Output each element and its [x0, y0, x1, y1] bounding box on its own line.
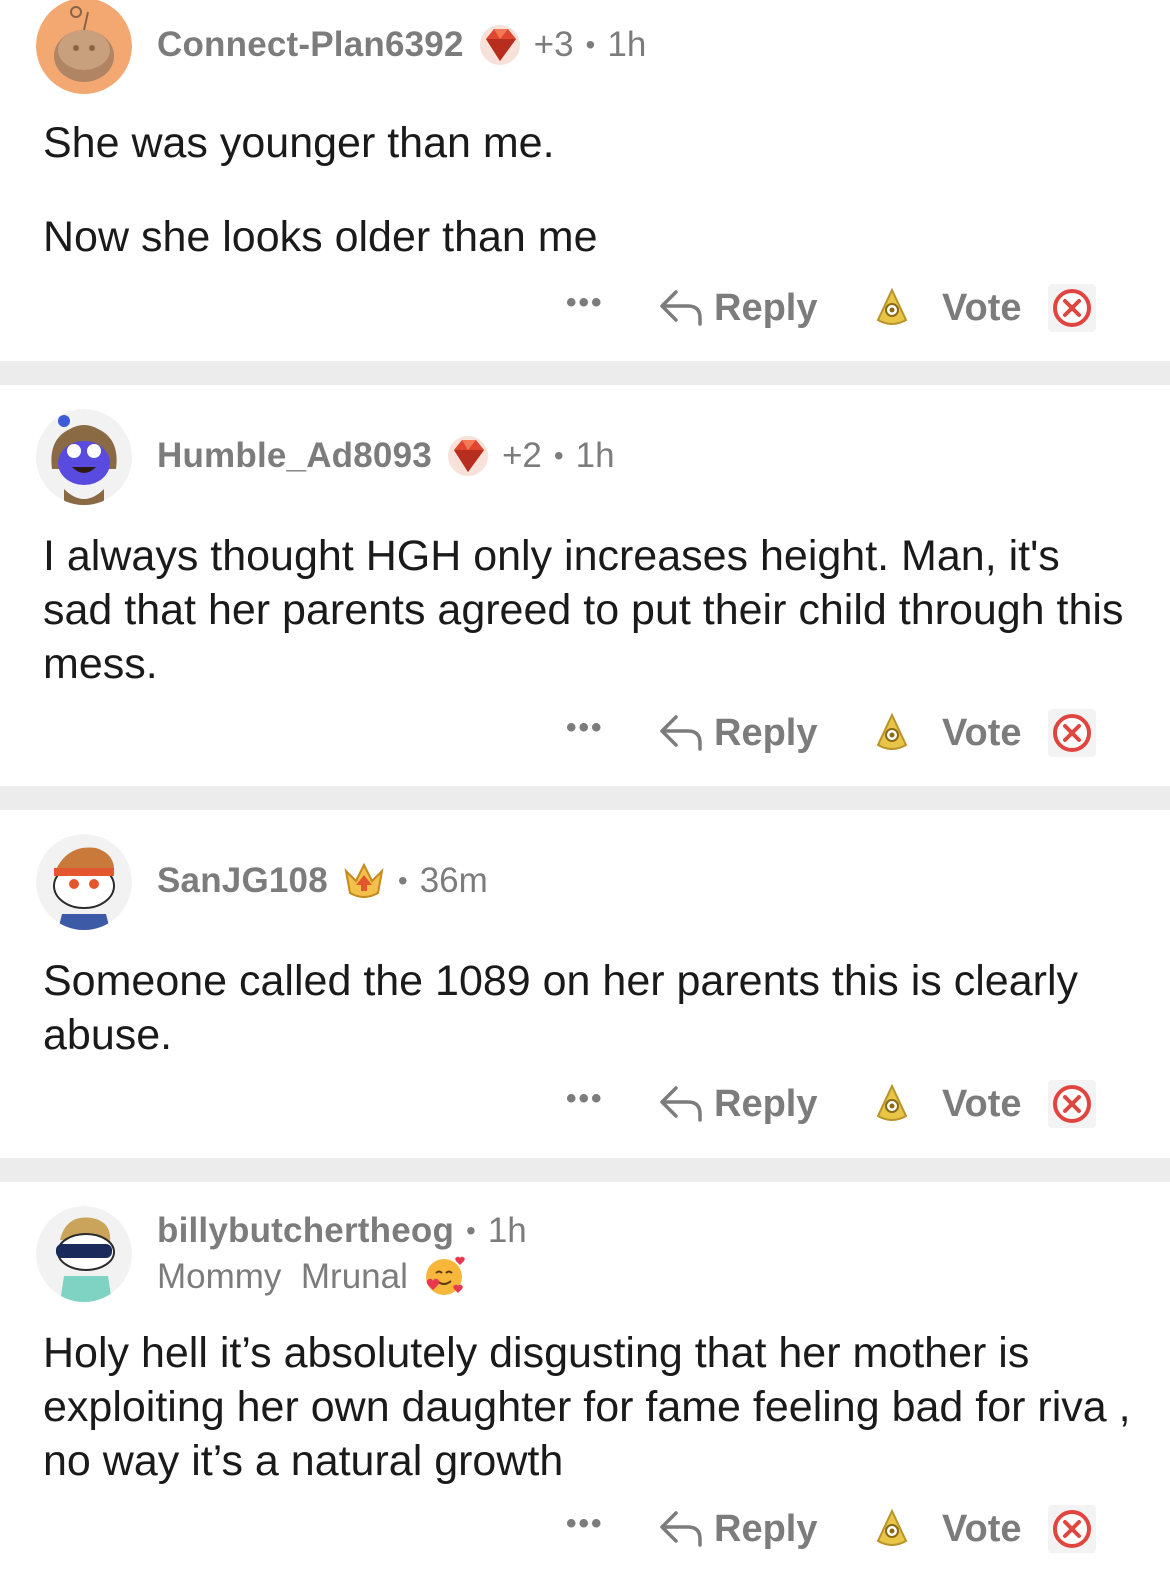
vote-button[interactable]: Vote	[942, 1078, 1022, 1130]
comment-actions: ••• Reply Vote	[560, 707, 1120, 767]
comment-paragraph: Someone called the 1089 on her parents t…	[43, 957, 1079, 1059]
comment-meta: Connect-Plan6392 +3 • 1h	[157, 22, 646, 68]
meta-separator: •	[553, 440, 564, 471]
user-avatar[interactable]	[36, 0, 132, 94]
comment-actions: ••• Reply Vote	[560, 1503, 1120, 1563]
comment-paragraph: She was younger than me.	[43, 119, 555, 167]
username-link[interactable]: SanJG108	[157, 861, 328, 901]
snoo-avatar-icon	[36, 409, 132, 505]
meta-separator: •	[585, 29, 596, 60]
points-count: +2	[501, 436, 542, 475]
username-link[interactable]: Humble_Ad8093	[157, 436, 432, 476]
reply-button[interactable]: Reply	[658, 1078, 817, 1130]
reply-arrow-icon	[660, 290, 702, 326]
comment-body: She was younger than me. Now she looks o…	[43, 116, 1133, 264]
comment-body: Holy hell it’s absolutely disgusting tha…	[43, 1326, 1133, 1488]
points-count: +3	[533, 25, 574, 64]
comment-1: Connect-Plan6392 +3 • 1h She was younger…	[0, 0, 1170, 360]
comment-meta: Humble_Ad8093 +2 • 1h	[157, 433, 615, 479]
meta-separator: •	[397, 865, 408, 896]
reply-label: Reply	[714, 286, 818, 329]
comment-actions: ••• Reply Vote	[560, 1078, 1120, 1138]
user-avatar[interactable]	[36, 834, 132, 930]
award-icon[interactable]	[870, 286, 914, 330]
timestamp: 1h	[487, 1211, 527, 1250]
meta-separator: •	[466, 1215, 476, 1246]
reply-arrow-icon	[660, 1086, 702, 1122]
user-flair-text: Mommy Mrunal	[157, 1257, 408, 1296]
timestamp: 1h	[575, 436, 615, 475]
vote-button[interactable]: Vote	[942, 1503, 1022, 1555]
more-options-button[interactable]: •••	[566, 713, 610, 747]
more-options-button[interactable]: •••	[566, 1084, 610, 1118]
smiling-face-hearts-icon	[425, 1256, 465, 1295]
comment-paragraph: Holy hell it’s absolutely disgusting tha…	[43, 1329, 1131, 1485]
award-icon[interactable]	[870, 1082, 914, 1126]
snoo-avatar-icon	[36, 0, 132, 94]
more-options-button[interactable]: •••	[566, 1509, 610, 1543]
comment-4: billybutchertheog • 1h Mommy Mrunal Holy…	[0, 1182, 1170, 1571]
comment-divider	[0, 786, 1170, 810]
timestamp: 1h	[607, 25, 647, 64]
reply-button[interactable]: Reply	[658, 282, 817, 334]
comment-divider	[0, 361, 1170, 385]
timestamp: 36m	[419, 861, 488, 900]
reply-button[interactable]: Reply	[658, 707, 817, 759]
reply-label: Reply	[714, 1082, 818, 1125]
close-icon[interactable]	[1048, 1505, 1096, 1553]
comment-2: Humble_Ad8093 +2 • 1h I always thought H…	[0, 385, 1170, 785]
comment-paragraph: Now she looks older than me	[43, 213, 598, 261]
snoo-avatar-icon	[36, 1206, 132, 1302]
comment-body: Someone called the 1089 on her parents t…	[43, 954, 1133, 1062]
snoo-avatar-icon	[36, 834, 132, 930]
comment-actions: ••• Reply Vote	[560, 282, 1120, 342]
comment-body: I always thought HGH only increases heig…	[43, 529, 1133, 691]
username-link[interactable]: billybutchertheog	[157, 1211, 454, 1251]
reply-arrow-icon	[660, 1511, 702, 1547]
more-options-button[interactable]: •••	[566, 288, 610, 322]
comment-meta: SanJG108 • 36m	[157, 858, 488, 904]
user-flair: Mommy Mrunal	[157, 1254, 466, 1300]
comment-divider	[0, 1158, 1170, 1182]
user-avatar[interactable]	[36, 409, 132, 505]
reply-label: Reply	[714, 1507, 818, 1550]
close-icon[interactable]	[1048, 709, 1096, 757]
award-icon[interactable]	[870, 1507, 914, 1551]
trophy-award-icon	[344, 862, 384, 898]
award-icon[interactable]	[870, 711, 914, 755]
comment-meta: billybutchertheog • 1h	[157, 1208, 527, 1254]
comment-paragraph: I always thought HGH only increases heig…	[43, 532, 1124, 688]
user-avatar[interactable]	[36, 1206, 132, 1302]
close-icon[interactable]	[1048, 1080, 1096, 1128]
reply-label: Reply	[714, 711, 818, 754]
reply-arrow-icon	[660, 715, 702, 751]
comment-3: SanJG108 • 36m Someone called the 1089 o…	[0, 810, 1170, 1158]
gem-award-icon	[447, 436, 488, 476]
close-icon[interactable]	[1048, 284, 1096, 332]
username-link[interactable]: Connect-Plan6392	[157, 25, 464, 65]
vote-button[interactable]: Vote	[942, 707, 1022, 759]
vote-button[interactable]: Vote	[942, 282, 1022, 334]
gem-award-icon	[479, 25, 520, 65]
reply-button[interactable]: Reply	[658, 1503, 817, 1555]
